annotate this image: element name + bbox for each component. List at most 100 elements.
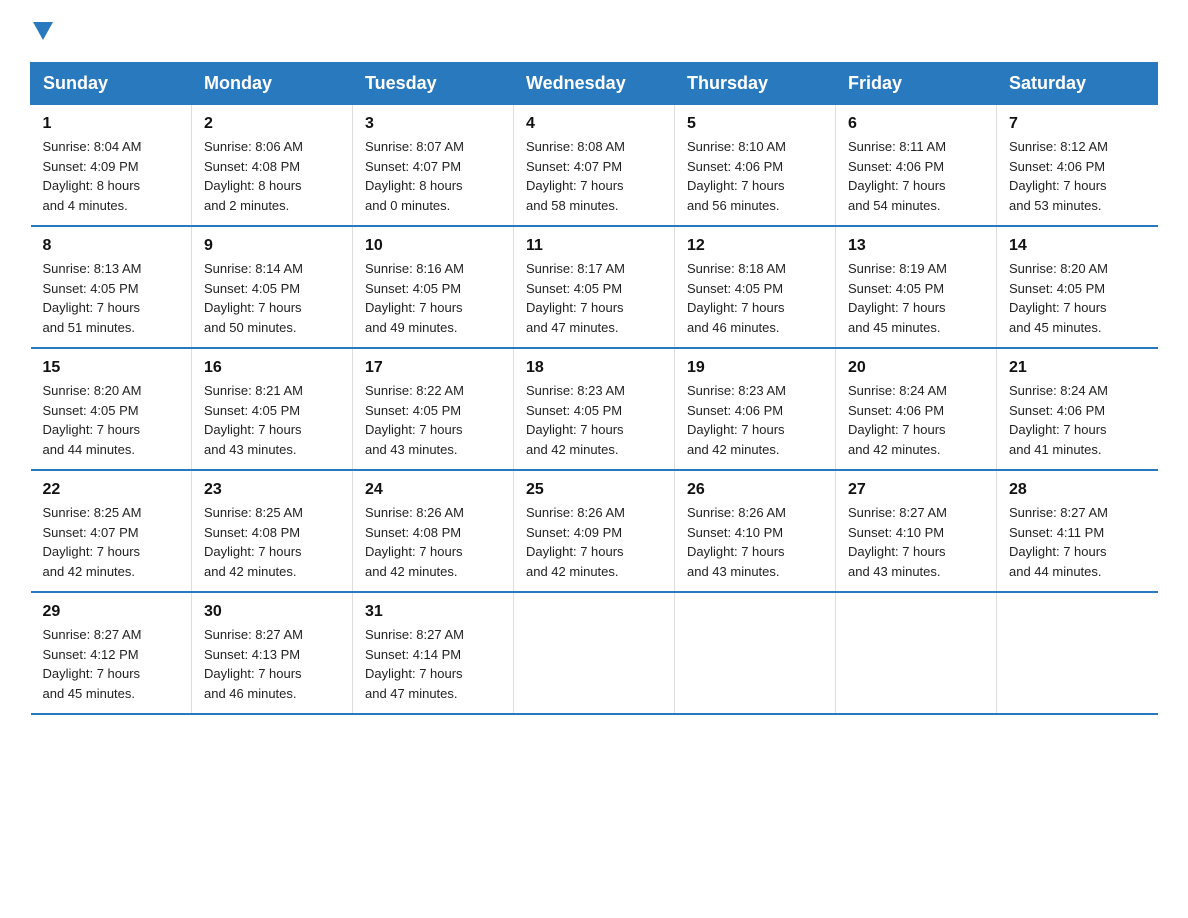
calendar-cell: 25 Sunrise: 8:26 AM Sunset: 4:09 PM Dayli… <box>514 470 675 592</box>
day-info: Sunrise: 8:07 AM Sunset: 4:07 PM Dayligh… <box>365 137 501 215</box>
day-info: Sunrise: 8:25 AM Sunset: 4:07 PM Dayligh… <box>43 503 180 581</box>
calendar-cell: 16 Sunrise: 8:21 AM Sunset: 4:05 PM Dayli… <box>192 348 353 470</box>
weekday-header-sunday: Sunday <box>31 63 192 105</box>
calendar-cell: 2Sunrise: 8:06 AM Sunset: 4:08 PM Daylig… <box>192 105 353 227</box>
day-info: Sunrise: 8:19 AM Sunset: 4:05 PM Dayligh… <box>848 259 984 337</box>
weekday-header-friday: Friday <box>836 63 997 105</box>
day-number: 22 <box>43 481 180 499</box>
calendar-cell: 31 Sunrise: 8:27 AM Sunset: 4:14 PM Dayli… <box>353 592 514 714</box>
calendar-cell: 14 Sunrise: 8:20 AM Sunset: 4:05 PM Dayli… <box>997 226 1158 348</box>
day-number: 24 <box>365 481 501 499</box>
calendar-cell: 24 Sunrise: 8:26 AM Sunset: 4:08 PM Dayli… <box>353 470 514 592</box>
calendar-cell: 5 Sunrise: 8:10 AM Sunset: 4:06 PM Daylig… <box>675 105 836 227</box>
day-info: Sunrise: 8:25 AM Sunset: 4:08 PM Dayligh… <box>204 503 340 581</box>
calendar-cell: 23 Sunrise: 8:25 AM Sunset: 4:08 PM Dayli… <box>192 470 353 592</box>
day-number: 25 <box>526 481 662 499</box>
day-info: Sunrise: 8:26 AM Sunset: 4:09 PM Dayligh… <box>526 503 662 581</box>
calendar-week-row: 29 Sunrise: 8:27 AM Sunset: 4:12 PM Dayli… <box>31 592 1158 714</box>
day-info: Sunrise: 8:23 AM Sunset: 4:06 PM Dayligh… <box>687 381 823 459</box>
day-number: 4 <box>526 115 662 133</box>
day-number: 28 <box>1009 481 1146 499</box>
day-number: 17 <box>365 359 501 377</box>
calendar-cell: 27Sunrise: 8:27 AM Sunset: 4:10 PM Dayli… <box>836 470 997 592</box>
day-info: Sunrise: 8:12 AM Sunset: 4:06 PM Dayligh… <box>1009 137 1146 215</box>
day-number: 19 <box>687 359 823 377</box>
weekday-header-thursday: Thursday <box>675 63 836 105</box>
day-number: 13 <box>848 237 984 255</box>
calendar-cell: 11 Sunrise: 8:17 AM Sunset: 4:05 PM Dayli… <box>514 226 675 348</box>
calendar-week-row: 15Sunrise: 8:20 AM Sunset: 4:05 PM Dayli… <box>31 348 1158 470</box>
day-number: 8 <box>43 237 180 255</box>
day-number: 14 <box>1009 237 1146 255</box>
day-info: Sunrise: 8:22 AM Sunset: 4:05 PM Dayligh… <box>365 381 501 459</box>
calendar-cell: 26 Sunrise: 8:26 AM Sunset: 4:10 PM Dayli… <box>675 470 836 592</box>
day-number: 5 <box>687 115 823 133</box>
day-info: Sunrise: 8:10 AM Sunset: 4:06 PM Dayligh… <box>687 137 823 215</box>
calendar-cell: 19 Sunrise: 8:23 AM Sunset: 4:06 PM Dayli… <box>675 348 836 470</box>
day-info: Sunrise: 8:17 AM Sunset: 4:05 PM Dayligh… <box>526 259 662 337</box>
calendar-cell: 8 Sunrise: 8:13 AM Sunset: 4:05 PM Daylig… <box>31 226 192 348</box>
day-number: 12 <box>687 237 823 255</box>
day-info: Sunrise: 8:24 AM Sunset: 4:06 PM Dayligh… <box>1009 381 1146 459</box>
day-info: Sunrise: 8:26 AM Sunset: 4:10 PM Dayligh… <box>687 503 823 581</box>
calendar-cell: 22 Sunrise: 8:25 AM Sunset: 4:07 PM Dayli… <box>31 470 192 592</box>
day-number: 7 <box>1009 115 1146 133</box>
calendar-cell: 4 Sunrise: 8:08 AM Sunset: 4:07 PM Daylig… <box>514 105 675 227</box>
day-number: 27 <box>848 481 984 499</box>
day-number: 6 <box>848 115 984 133</box>
weekday-header-tuesday: Tuesday <box>353 63 514 105</box>
calendar-cell: 12 Sunrise: 8:18 AM Sunset: 4:05 PM Dayli… <box>675 226 836 348</box>
calendar-cell: 20Sunrise: 8:24 AM Sunset: 4:06 PM Dayli… <box>836 348 997 470</box>
day-number: 26 <box>687 481 823 499</box>
calendar-cell: 28 Sunrise: 8:27 AM Sunset: 4:11 PM Dayli… <box>997 470 1158 592</box>
day-info: Sunrise: 8:20 AM Sunset: 4:05 PM Dayligh… <box>43 381 180 459</box>
day-info: Sunrise: 8:27 AM Sunset: 4:13 PM Dayligh… <box>204 625 340 703</box>
day-info: Sunrise: 8:26 AM Sunset: 4:08 PM Dayligh… <box>365 503 501 581</box>
day-number: 1 <box>43 115 180 133</box>
day-number: 20 <box>848 359 984 377</box>
day-info: Sunrise: 8:27 AM Sunset: 4:11 PM Dayligh… <box>1009 503 1146 581</box>
calendar-cell: 21 Sunrise: 8:24 AM Sunset: 4:06 PM Dayli… <box>997 348 1158 470</box>
day-number: 16 <box>204 359 340 377</box>
calendar-cell: 3 Sunrise: 8:07 AM Sunset: 4:07 PM Daylig… <box>353 105 514 227</box>
calendar-cell: 15Sunrise: 8:20 AM Sunset: 4:05 PM Dayli… <box>31 348 192 470</box>
calendar-cell: 18 Sunrise: 8:23 AM Sunset: 4:05 PM Dayli… <box>514 348 675 470</box>
calendar-cell <box>997 592 1158 714</box>
calendar-cell: 7 Sunrise: 8:12 AM Sunset: 4:06 PM Daylig… <box>997 105 1158 227</box>
calendar-cell: 13 Sunrise: 8:19 AM Sunset: 4:05 PM Dayli… <box>836 226 997 348</box>
day-info: Sunrise: 8:13 AM Sunset: 4:05 PM Dayligh… <box>43 259 180 337</box>
weekday-header-saturday: Saturday <box>997 63 1158 105</box>
day-number: 18 <box>526 359 662 377</box>
day-info: Sunrise: 8:27 AM Sunset: 4:12 PM Dayligh… <box>43 625 180 703</box>
day-info: Sunrise: 8:11 AM Sunset: 4:06 PM Dayligh… <box>848 137 984 215</box>
page-header <box>30 20 1158 42</box>
day-number: 30 <box>204 603 340 621</box>
day-number: 9 <box>204 237 340 255</box>
calendar-week-row: 8 Sunrise: 8:13 AM Sunset: 4:05 PM Daylig… <box>31 226 1158 348</box>
day-number: 3 <box>365 115 501 133</box>
day-info: Sunrise: 8:20 AM Sunset: 4:05 PM Dayligh… <box>1009 259 1146 337</box>
day-number: 23 <box>204 481 340 499</box>
calendar-cell: 17 Sunrise: 8:22 AM Sunset: 4:05 PM Dayli… <box>353 348 514 470</box>
day-number: 10 <box>365 237 501 255</box>
day-number: 31 <box>365 603 501 621</box>
calendar-cell <box>836 592 997 714</box>
calendar-cell: 6 Sunrise: 8:11 AM Sunset: 4:06 PM Daylig… <box>836 105 997 227</box>
day-info: Sunrise: 8:27 AM Sunset: 4:14 PM Dayligh… <box>365 625 501 703</box>
calendar-cell: 30 Sunrise: 8:27 AM Sunset: 4:13 PM Dayli… <box>192 592 353 714</box>
weekday-header-wednesday: Wednesday <box>514 63 675 105</box>
day-number: 29 <box>43 603 180 621</box>
day-info: Sunrise: 8:08 AM Sunset: 4:07 PM Dayligh… <box>526 137 662 215</box>
calendar-cell <box>675 592 836 714</box>
logo <box>30 20 53 42</box>
day-info: Sunrise: 8:21 AM Sunset: 4:05 PM Dayligh… <box>204 381 340 459</box>
calendar-cell <box>514 592 675 714</box>
day-number: 21 <box>1009 359 1146 377</box>
day-number: 11 <box>526 237 662 255</box>
day-info: Sunrise: 8:18 AM Sunset: 4:05 PM Dayligh… <box>687 259 823 337</box>
calendar-week-row: 1Sunrise: 8:04 AM Sunset: 4:09 PM Daylig… <box>31 105 1158 227</box>
calendar-week-row: 22 Sunrise: 8:25 AM Sunset: 4:07 PM Dayli… <box>31 470 1158 592</box>
calendar-cell: 1Sunrise: 8:04 AM Sunset: 4:09 PM Daylig… <box>31 105 192 227</box>
day-number: 2 <box>204 115 340 133</box>
day-info: Sunrise: 8:23 AM Sunset: 4:05 PM Dayligh… <box>526 381 662 459</box>
